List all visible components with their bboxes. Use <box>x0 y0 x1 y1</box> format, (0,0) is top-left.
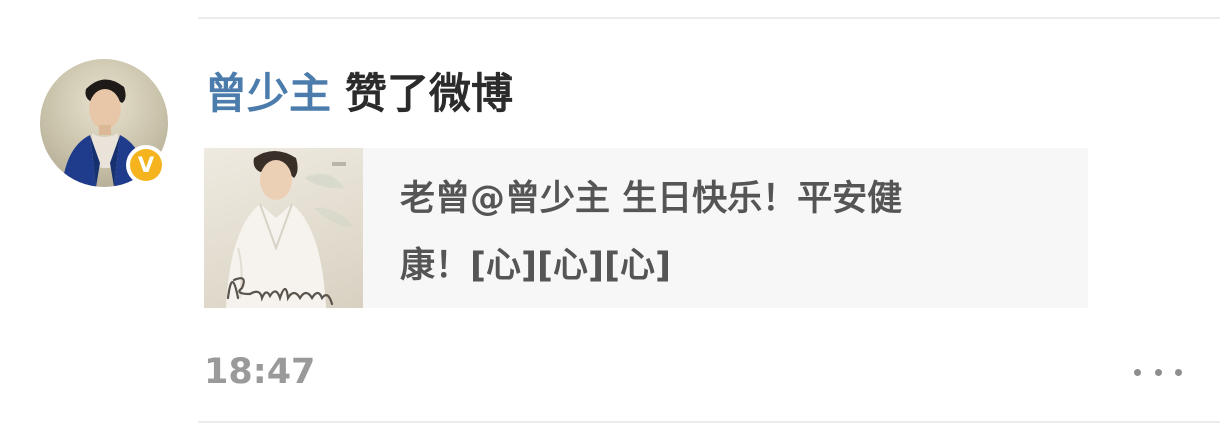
birthday-poster-thumbnail-icon <box>226 151 354 308</box>
headline: 曾少主 赞了微博 <box>205 64 513 124</box>
username-link[interactable]: 曾少主 <box>205 69 331 118</box>
verified-badge: V <box>126 145 166 185</box>
feed-item: V 曾少主 赞了微博 老曾@曾少主 生日快乐！平安健 康！[心][心][心] 1… <box>0 0 1220 441</box>
post-thumbnail <box>204 148 363 308</box>
more-dots-icon <box>1134 368 1141 376</box>
more-dots-icon <box>1175 368 1182 376</box>
post-text-line-1: 老曾@曾少主 生日快乐！平安健 <box>400 179 903 219</box>
post-text: 老曾@曾少主 生日快乐！平安健 康！[心][心][心] <box>400 166 1060 300</box>
more-dots-icon <box>1154 368 1162 376</box>
verified-v-icon: V <box>130 149 162 181</box>
avatar-container[interactable]: V <box>40 59 168 187</box>
top-divider <box>198 17 1220 19</box>
action-text: 赞了微博 <box>345 69 514 118</box>
liked-post-card[interactable]: 老曾@曾少主 生日快乐！平安健 康！[心][心][心] <box>204 148 1088 308</box>
more-options-button[interactable] <box>1134 358 1182 386</box>
post-text-line-2: 康！[心][心][心] <box>400 246 671 286</box>
timestamp: 18:47 <box>204 352 316 392</box>
bottom-divider <box>198 421 1220 423</box>
